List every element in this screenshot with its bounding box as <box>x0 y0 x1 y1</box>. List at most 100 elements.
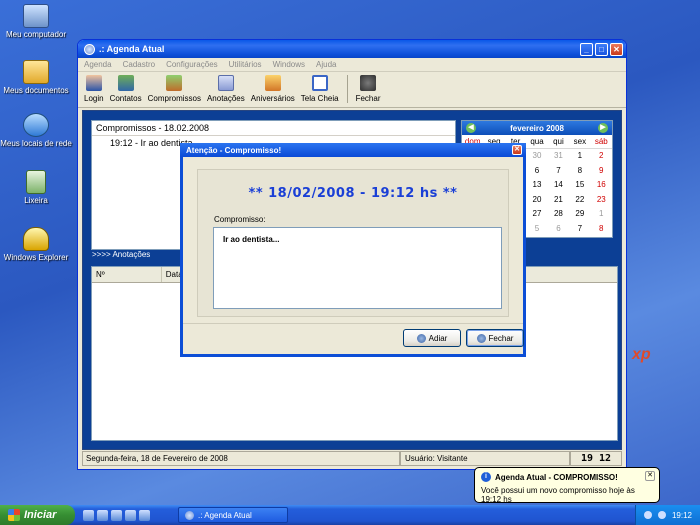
compromisso-text[interactable]: Ir ao dentista... <box>213 227 502 309</box>
media-player-icon[interactable] <box>111 509 122 521</box>
close-button[interactable]: ✕ <box>610 42 623 56</box>
windows-flag-icon <box>8 509 20 521</box>
calendar-day[interactable]: 7 <box>548 164 569 179</box>
calendar-day[interactable]: 1 <box>591 207 612 222</box>
calendar-day[interactable]: 27 <box>526 207 547 222</box>
status-user: Usuário: Visitante <box>400 451 570 466</box>
calendar-header: ◀ fevereiro 2008 ▶ <box>462 121 612 135</box>
cmd-icon[interactable] <box>139 509 150 521</box>
calendar-day[interactable]: 16 <box>591 178 612 193</box>
snooze-icon <box>416 333 426 343</box>
tray-clock[interactable]: 19:12 <box>672 511 692 520</box>
aniversarios-label: Aniversários <box>250 94 295 103</box>
menu-configuracoes[interactable]: Configurações <box>166 60 218 69</box>
desktop-icon-recycle-bin[interactable]: Lixeira <box>0 170 72 205</box>
calendar-day[interactable]: 2 <box>591 149 612 164</box>
tela-cheia-button[interactable]: Tela Cheia <box>301 75 339 103</box>
app-icon <box>185 510 194 520</box>
compromissos-button[interactable]: Compromissos <box>148 75 201 103</box>
tray-app-icon[interactable] <box>643 511 652 519</box>
balloon-title-row: i Agenda Atual - COMPROMISSO! <box>481 472 653 482</box>
calendar-day[interactable]: 14 <box>548 178 569 193</box>
taskbar-agenda-button[interactable]: .: Agenda Atual <box>178 507 288 523</box>
status-bar: Segunda-feira, 18 de Fevereiro de 2008 U… <box>82 451 622 466</box>
minimize-button[interactable]: _ <box>580 42 593 56</box>
calendar-day[interactable]: 30 <box>526 149 547 164</box>
dialog-fechar-label: Fechar <box>488 333 514 343</box>
menu-cadastro[interactable]: Cadastro <box>123 60 155 69</box>
tray-security-icon[interactable] <box>657 511 666 519</box>
desktop-icon-windows-explorer[interactable]: Windows Explorer <box>0 227 72 262</box>
dialog-title: Atenção - Compromisso! <box>186 145 282 155</box>
calendar-day[interactable]: 6 <box>548 222 569 237</box>
prev-month-icon[interactable]: ◀ <box>466 123 476 133</box>
start-label: Iniciar <box>24 509 57 521</box>
cake-icon <box>264 75 281 91</box>
calendar-day-name: sex <box>569 135 591 149</box>
next-month-icon[interactable]: ▶ <box>597 123 608 133</box>
calendar-day[interactable]: 1 <box>569 149 590 164</box>
dialog-separator <box>183 323 523 324</box>
toolbar-separator <box>346 75 348 103</box>
adiar-button[interactable]: Adiar <box>403 329 461 347</box>
firefox-icon[interactable] <box>125 509 136 521</box>
calendar-day[interactable]: 8 <box>591 222 612 237</box>
outlook-icon[interactable] <box>97 509 108 521</box>
notes-icon <box>217 75 234 91</box>
calendar-day[interactable]: 31 <box>548 149 569 164</box>
menu-windows[interactable]: Windows <box>273 60 305 69</box>
calendar-day[interactable]: 22 <box>569 193 590 208</box>
dialog-content: ** 18/02/2008 - 19:12 hs ** Compromisso:… <box>197 169 509 317</box>
calendar-day[interactable]: 28 <box>548 207 569 222</box>
balloon-close-button[interactable]: ✕ <box>645 471 655 481</box>
user-icon <box>85 75 102 91</box>
taskbar-task-label: .: Agenda Atual <box>198 510 252 520</box>
calendar-day[interactable]: 13 <box>526 178 547 193</box>
contatos-button[interactable]: Contatos <box>110 75 142 103</box>
anotacoes-button[interactable]: Anotações <box>207 75 245 103</box>
desktop-icon-label: Lixeira <box>24 196 48 205</box>
fechar-label: Fechar <box>355 94 381 103</box>
adiar-label: Adiar <box>428 333 448 343</box>
status-date: Segunda-feira, 18 de Fevereiro de 2008 <box>82 451 400 466</box>
fechar-button[interactable]: Fechar <box>356 75 381 103</box>
desktop-icon-label: Meus locais de rede <box>0 139 72 148</box>
folder-icon <box>23 60 49 84</box>
calendar-day[interactable]: 20 <box>526 193 547 208</box>
dialog-fechar-button[interactable]: Fechar <box>466 329 524 347</box>
app-icon <box>84 43 95 55</box>
calendar-day[interactable]: 21 <box>548 193 569 208</box>
login-button[interactable]: Login <box>84 75 104 103</box>
calendar-day[interactable]: 8 <box>569 164 590 179</box>
notification-balloon[interactable]: i Agenda Atual - COMPROMISSO! Você possu… <box>474 467 660 504</box>
calendar-day[interactable]: 7 <box>569 222 590 237</box>
calendar-day[interactable]: 23 <box>591 193 612 208</box>
desktop-icon-my-computer[interactable]: Meu computador <box>0 4 72 39</box>
calendar-month: fevereiro 2008 <box>510 123 564 133</box>
desktop-icon-network[interactable]: Meus locais de rede <box>0 113 72 148</box>
window-titlebar[interactable]: .: Agenda Atual _ □ ✕ <box>78 40 626 58</box>
calendar-day[interactable]: 9 <box>591 164 612 179</box>
dialog-datetime: ** 18/02/2008 - 19:12 hs ** <box>248 186 458 201</box>
start-button[interactable]: Iniciar <box>0 505 75 525</box>
contatos-label: Contatos <box>109 94 142 103</box>
close-circle-icon <box>476 333 486 343</box>
dialog-close-button[interactable]: ✕ <box>512 145 522 155</box>
menu-agenda[interactable]: Agenda <box>84 60 112 69</box>
menu-utilitarios[interactable]: Utilitários <box>229 60 262 69</box>
tela-cheia-label: Tela Cheia <box>300 94 339 103</box>
aniversarios-button[interactable]: Aniversários <box>251 75 295 103</box>
desktop-icon-my-documents[interactable]: Meus documentos <box>0 60 72 95</box>
fullscreen-icon <box>311 75 328 91</box>
calendar-day[interactable]: 6 <box>526 164 547 179</box>
menu-ajuda[interactable]: Ajuda <box>316 60 336 69</box>
calendar-day[interactable]: 15 <box>569 178 590 193</box>
column-header-numero[interactable]: Nº <box>92 267 162 282</box>
maximize-button[interactable]: □ <box>595 42 608 56</box>
calendar-day[interactable]: 29 <box>569 207 590 222</box>
ie-icon[interactable] <box>83 509 94 521</box>
login-label: Login <box>84 94 104 103</box>
anotacoes-label: Anotações <box>206 94 245 103</box>
dialog-titlebar[interactable]: Atenção - Compromisso! ✕ <box>180 143 526 157</box>
calendar-day[interactable]: 5 <box>526 222 547 237</box>
